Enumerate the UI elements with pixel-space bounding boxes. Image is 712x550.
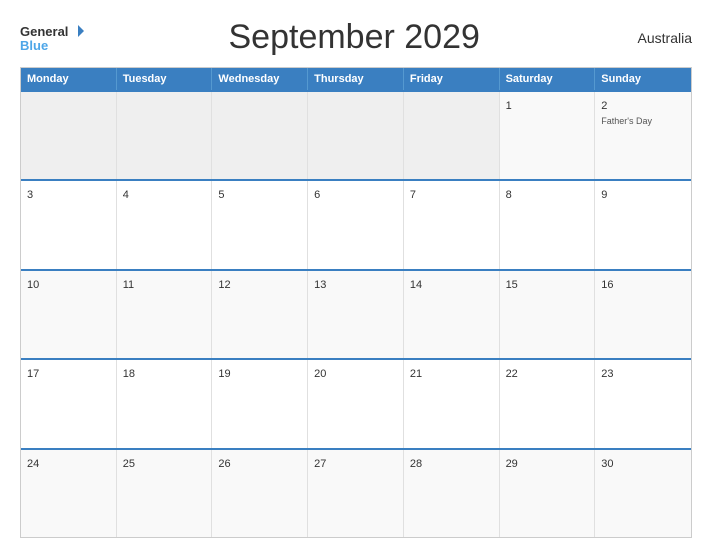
calendar-row-1: 3 4 5 6 7 8 9 (21, 179, 691, 268)
calendar-cell-r2-c6: 16 (595, 271, 691, 358)
day-number: 27 (314, 458, 326, 470)
day-number: 23 (601, 368, 613, 380)
day-number: 12 (218, 279, 230, 291)
day-number: 15 (506, 279, 518, 291)
day-number: 4 (123, 189, 129, 201)
calendar-cell-r0-c3 (308, 92, 404, 179)
calendar-cell-r2-c1: 11 (117, 271, 213, 358)
calendar-cell-r0-c6: 2 Father's Day (595, 92, 691, 179)
day-number: 2 (601, 100, 607, 112)
calendar-cell-r4-c5: 29 (500, 450, 596, 537)
calendar-cell-r4-c4: 28 (404, 450, 500, 537)
calendar: Monday Tuesday Wednesday Thursday Friday… (20, 67, 692, 538)
header-monday: Monday (21, 68, 117, 90)
header-saturday: Saturday (500, 68, 596, 90)
day-number: 21 (410, 368, 422, 380)
day-number: 17 (27, 368, 39, 380)
header-friday: Friday (404, 68, 500, 90)
calendar-cell-r0-c1 (117, 92, 213, 179)
day-number: 29 (506, 458, 518, 470)
day-number: 28 (410, 458, 422, 470)
day-number: 13 (314, 279, 326, 291)
page: General Blue September 2029 Australia Mo… (0, 0, 712, 550)
calendar-cell-r3-c2: 19 (212, 360, 308, 447)
calendar-cell-r2-c0: 10 (21, 271, 117, 358)
calendar-row-2: 10 11 12 13 14 15 16 (21, 269, 691, 358)
calendar-cell-r1-c6: 9 (595, 181, 691, 268)
day-number: 5 (218, 189, 224, 201)
day-number: 9 (601, 189, 607, 201)
calendar-cell-r3-c4: 21 (404, 360, 500, 447)
calendar-cell-r1-c0: 3 (21, 181, 117, 268)
day-number: 19 (218, 368, 230, 380)
day-number: 20 (314, 368, 326, 380)
calendar-cell-r4-c0: 24 (21, 450, 117, 537)
calendar-cell-r1-c5: 8 (500, 181, 596, 268)
day-number: 25 (123, 458, 135, 470)
calendar-cell-r3-c1: 18 (117, 360, 213, 447)
event-label: Father's Day (601, 116, 685, 126)
day-number: 7 (410, 189, 416, 201)
calendar-cell-r0-c0 (21, 92, 117, 179)
calendar-cell-r3-c6: 23 (595, 360, 691, 447)
calendar-cell-r2-c5: 15 (500, 271, 596, 358)
calendar-row-0: 1 2 Father's Day (21, 90, 691, 179)
header-sunday: Sunday (595, 68, 691, 90)
logo-general-text: General (20, 25, 68, 38)
calendar-row-4: 24 25 26 27 28 29 30 (21, 448, 691, 537)
day-number: 18 (123, 368, 135, 380)
day-number: 10 (27, 279, 39, 291)
day-number: 30 (601, 458, 613, 470)
day-number: 22 (506, 368, 518, 380)
calendar-cell-r4-c3: 27 (308, 450, 404, 537)
calendar-cell-r1-c4: 7 (404, 181, 500, 268)
page-title: September 2029 (86, 18, 622, 57)
calendar-cell-r1-c2: 5 (212, 181, 308, 268)
calendar-cell-r3-c5: 22 (500, 360, 596, 447)
calendar-cell-r2-c4: 14 (404, 271, 500, 358)
country-label: Australia (622, 30, 692, 46)
day-number: 14 (410, 279, 422, 291)
header-tuesday: Tuesday (117, 68, 213, 90)
day-number: 8 (506, 189, 512, 201)
header: General Blue September 2029 Australia (20, 18, 692, 57)
logo: General Blue (20, 23, 86, 52)
calendar-header: Monday Tuesday Wednesday Thursday Friday… (21, 68, 691, 90)
day-number: 11 (123, 279, 134, 291)
calendar-cell-r0-c2 (212, 92, 308, 179)
calendar-cell-r2-c2: 12 (212, 271, 308, 358)
calendar-cell-r1-c1: 4 (117, 181, 213, 268)
day-number: 16 (601, 279, 613, 291)
calendar-body: 12Father's Day34567891011121314151617181… (21, 90, 691, 537)
logo-blue-text: Blue (20, 39, 48, 52)
header-wednesday: Wednesday (212, 68, 308, 90)
calendar-cell-r2-c3: 13 (308, 271, 404, 358)
day-number: 1 (506, 100, 512, 112)
day-number: 24 (27, 458, 39, 470)
logo-icon (70, 23, 86, 39)
calendar-cell-r4-c2: 26 (212, 450, 308, 537)
day-number: 26 (218, 458, 230, 470)
header-thursday: Thursday (308, 68, 404, 90)
calendar-cell-r0-c4 (404, 92, 500, 179)
calendar-cell-r4-c1: 25 (117, 450, 213, 537)
calendar-cell-r3-c0: 17 (21, 360, 117, 447)
calendar-cell-r4-c6: 30 (595, 450, 691, 537)
day-number: 6 (314, 189, 320, 201)
calendar-cell-r0-c5: 1 (500, 92, 596, 179)
day-number: 3 (27, 189, 33, 201)
calendar-cell-r3-c3: 20 (308, 360, 404, 447)
calendar-cell-r1-c3: 6 (308, 181, 404, 268)
calendar-row-3: 17 18 19 20 21 22 23 (21, 358, 691, 447)
